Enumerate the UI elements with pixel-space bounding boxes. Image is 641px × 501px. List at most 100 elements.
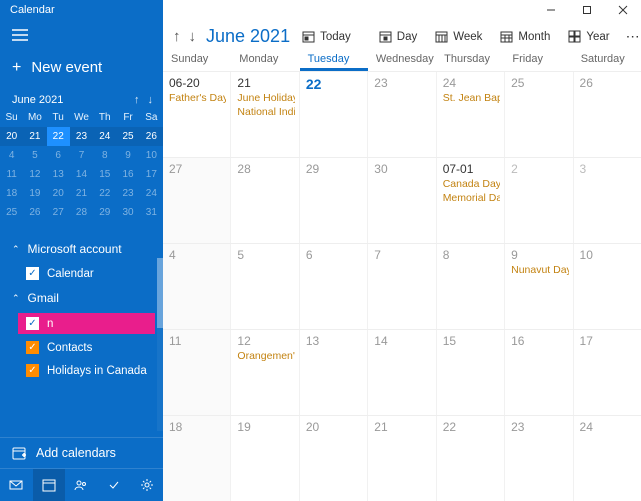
mini-day[interactable]: 30 — [116, 203, 139, 222]
mini-day[interactable]: 6 — [47, 146, 70, 165]
minimize-button[interactable] — [533, 0, 569, 20]
mini-day[interactable]: 20 — [0, 127, 23, 146]
day-cell[interactable]: 23 — [505, 416, 573, 501]
mini-day[interactable]: 18 — [0, 184, 23, 203]
day-cell[interactable]: 22 — [300, 72, 368, 157]
day-cell[interactable]: 14 — [368, 330, 436, 415]
mini-day[interactable]: 24 — [93, 127, 116, 146]
day-cell[interactable]: 13 — [300, 330, 368, 415]
mini-day[interactable]: 25 — [116, 127, 139, 146]
day-cell[interactable]: 26 — [574, 72, 641, 157]
mini-day[interactable]: 9 — [116, 146, 139, 165]
day-cell[interactable]: 11 — [163, 330, 231, 415]
day-cell[interactable]: 16 — [505, 330, 573, 415]
mini-calendar[interactable]: SuMoTuWeThFrSa 2021222324252645678910111… — [0, 108, 163, 222]
mini-day[interactable]: 16 — [116, 165, 139, 184]
day-cell[interactable]: 24 — [574, 416, 641, 501]
day-cell[interactable]: 28 — [231, 158, 299, 243]
day-cell[interactable]: 3 — [574, 158, 641, 243]
event-item[interactable]: National Indige — [237, 106, 294, 118]
day-cell[interactable]: 30 — [368, 158, 436, 243]
day-cell[interactable]: 21 — [368, 416, 436, 501]
day-cell[interactable]: 07-01Canada DayMemorial Day ( — [437, 158, 505, 243]
account-header[interactable]: ⌃Microsoft account — [0, 236, 163, 262]
month-view-button[interactable]: Month — [494, 26, 556, 47]
day-cell[interactable]: 21June Holiday (NNational Indige — [231, 72, 299, 157]
mini-next-button[interactable]: ↓ — [148, 94, 154, 106]
mini-day[interactable]: 14 — [70, 165, 93, 184]
mini-day[interactable]: 25 — [0, 203, 23, 222]
event-item[interactable]: St. Jean Baptist — [443, 92, 500, 104]
day-cell[interactable]: 06-20Father's Day — [163, 72, 231, 157]
hamburger-button[interactable] — [0, 20, 163, 51]
more-button[interactable]: ⋯ — [622, 28, 641, 45]
day-cell[interactable]: 23 — [368, 72, 436, 157]
event-item[interactable]: Orangemen's D — [237, 350, 294, 362]
mini-day[interactable]: 7 — [70, 146, 93, 165]
mini-day[interactable]: 5 — [23, 146, 46, 165]
mini-day[interactable]: 20 — [47, 184, 70, 203]
mini-day[interactable]: 10 — [140, 146, 163, 165]
event-item[interactable]: Father's Day — [169, 92, 226, 104]
day-cell[interactable]: 29 — [300, 158, 368, 243]
day-cell[interactable]: 19 — [231, 416, 299, 501]
mini-month-label[interactable]: June 2021 — [12, 94, 63, 106]
current-month-title[interactable]: June 2021 — [206, 26, 290, 47]
mini-day[interactable]: 8 — [93, 146, 116, 165]
day-cell[interactable]: 5 — [231, 244, 299, 329]
maximize-button[interactable] — [569, 0, 605, 20]
mini-day[interactable]: 4 — [0, 146, 23, 165]
mini-day[interactable]: 31 — [140, 203, 163, 222]
day-cell[interactable]: 9Nunavut Day (N — [505, 244, 573, 329]
mini-prev-button[interactable]: ↑ — [134, 94, 140, 106]
day-cell[interactable]: 24St. Jean Baptist — [437, 72, 505, 157]
day-cell[interactable]: 18 — [163, 416, 231, 501]
day-cell[interactable]: 7 — [368, 244, 436, 329]
new-event-button[interactable]: + New event — [0, 51, 163, 90]
event-item[interactable]: June Holiday (N — [237, 92, 294, 104]
calendar-item[interactable]: ✓Calendar — [0, 262, 163, 285]
mini-day[interactable]: 29 — [93, 203, 116, 222]
mail-nav-icon[interactable] — [0, 469, 33, 501]
checkbox-icon[interactable]: ✓ — [26, 341, 39, 354]
mini-day[interactable]: 12 — [23, 165, 46, 184]
mini-day[interactable]: 24 — [140, 184, 163, 203]
day-cell[interactable]: 20 — [300, 416, 368, 501]
mini-day[interactable]: 19 — [23, 184, 46, 203]
mini-day[interactable]: 23 — [70, 127, 93, 146]
calendar-item[interactable]: ✓n — [18, 313, 155, 334]
todo-nav-icon[interactable] — [98, 469, 131, 501]
event-item[interactable]: Memorial Day ( — [443, 192, 500, 204]
day-cell[interactable]: 2 — [505, 158, 573, 243]
mini-day[interactable]: 21 — [70, 184, 93, 203]
account-header[interactable]: ⌃Gmail — [0, 285, 163, 311]
checkbox-icon[interactable]: ✓ — [26, 267, 39, 280]
mini-day[interactable]: 26 — [140, 127, 163, 146]
event-item[interactable]: Canada Day — [443, 178, 500, 190]
people-nav-icon[interactable] — [65, 469, 98, 501]
day-cell[interactable]: 8 — [437, 244, 505, 329]
settings-nav-icon[interactable] — [130, 469, 163, 501]
prev-period-button[interactable]: ↑ — [173, 28, 181, 45]
year-view-button[interactable]: Year — [562, 26, 615, 47]
day-cell[interactable]: 12Orangemen's D — [231, 330, 299, 415]
mini-day[interactable]: 26 — [23, 203, 46, 222]
day-view-button[interactable]: Day — [373, 26, 423, 47]
next-period-button[interactable]: ↓ — [189, 28, 197, 45]
day-cell[interactable]: 25 — [505, 72, 573, 157]
mini-day[interactable]: 28 — [70, 203, 93, 222]
day-cell[interactable]: 4 — [163, 244, 231, 329]
day-cell[interactable]: 27 — [163, 158, 231, 243]
calendar-item[interactable]: ✓Contacts — [0, 336, 163, 359]
checkbox-icon[interactable]: ✓ — [26, 364, 39, 377]
day-cell[interactable]: 22 — [437, 416, 505, 501]
close-button[interactable] — [605, 0, 641, 20]
week-view-button[interactable]: Week — [429, 26, 488, 47]
add-calendars-button[interactable]: Add calendars — [0, 437, 163, 468]
day-cell[interactable]: 17 — [574, 330, 641, 415]
calendar-item[interactable]: ✓Holidays in Canada — [0, 359, 163, 382]
today-button[interactable]: Today — [296, 26, 357, 47]
day-cell[interactable]: 10 — [574, 244, 641, 329]
day-cell[interactable]: 6 — [300, 244, 368, 329]
day-cell[interactable]: 15 — [437, 330, 505, 415]
